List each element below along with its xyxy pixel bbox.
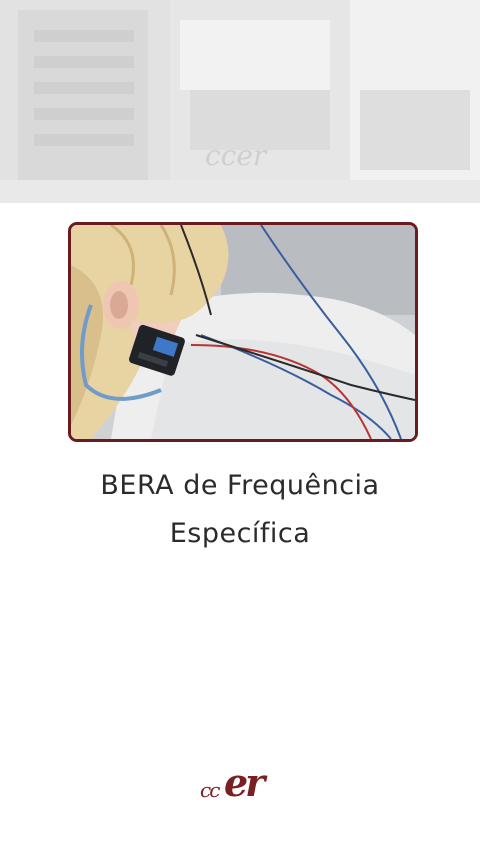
logo-part-big: er: [224, 760, 265, 805]
bera-photo: [68, 222, 418, 442]
svg-text:ccer: ccer: [205, 139, 268, 172]
caption-line-1: BERA de Frequência: [100, 470, 380, 501]
caption-line-2: Específica: [169, 518, 311, 549]
caption: BERA de Frequência Específica: [40, 462, 440, 558]
background-banner-image: ccer: [0, 0, 480, 203]
logo-part-small: cc: [200, 778, 220, 802]
ccer-logo: cc er: [198, 760, 282, 808]
